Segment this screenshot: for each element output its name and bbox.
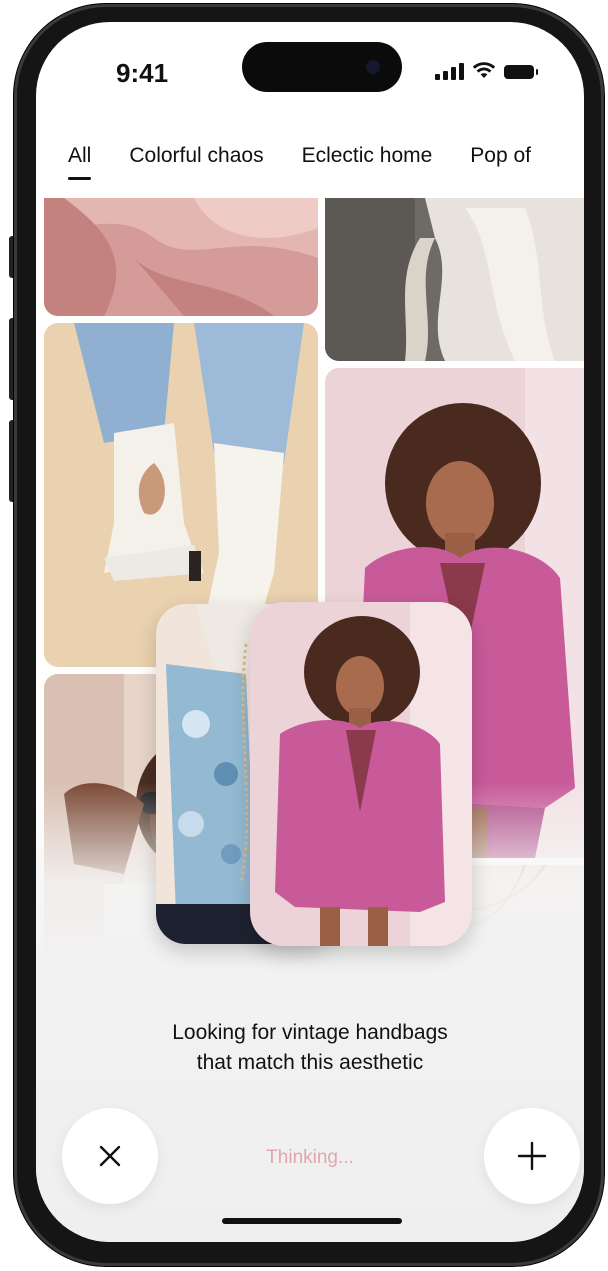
category-tabs: All Colorful chaos Eclectic home Pop of <box>68 144 531 180</box>
wifi-icon <box>472 62 496 78</box>
tab-eclectic-home[interactable]: Eclectic home <box>302 144 433 180</box>
home-indicator <box>222 1218 402 1224</box>
prompt-line-2: that match this aesthetic <box>196 1051 424 1074</box>
tab-pop-of[interactable]: Pop of <box>470 144 531 180</box>
selected-card-pink-blazer[interactable] <box>250 602 472 946</box>
status-time: 9:41 <box>116 58 169 88</box>
tab-colorful-chaos[interactable]: Colorful chaos <box>129 144 263 180</box>
pin-image-white-shirt[interactable] <box>325 198 584 361</box>
tab-all[interactable]: All <box>68 144 92 180</box>
battery-icon <box>504 65 538 79</box>
plus-icon <box>517 1141 547 1171</box>
prompt-line-1: Looking for vintage handbags <box>172 1021 448 1044</box>
add-button[interactable] <box>484 1108 580 1204</box>
phone-screen: 9:41 All Colorful chaos Eclectic home Po… <box>36 22 584 1242</box>
dynamic-island <box>242 42 402 92</box>
pin-image-pink-blouse[interactable] <box>44 198 318 316</box>
signal-icon <box>435 63 464 80</box>
assistant-prompt: Looking for vintage handbags that match … <box>36 1018 584 1078</box>
status-icons <box>435 62 538 80</box>
